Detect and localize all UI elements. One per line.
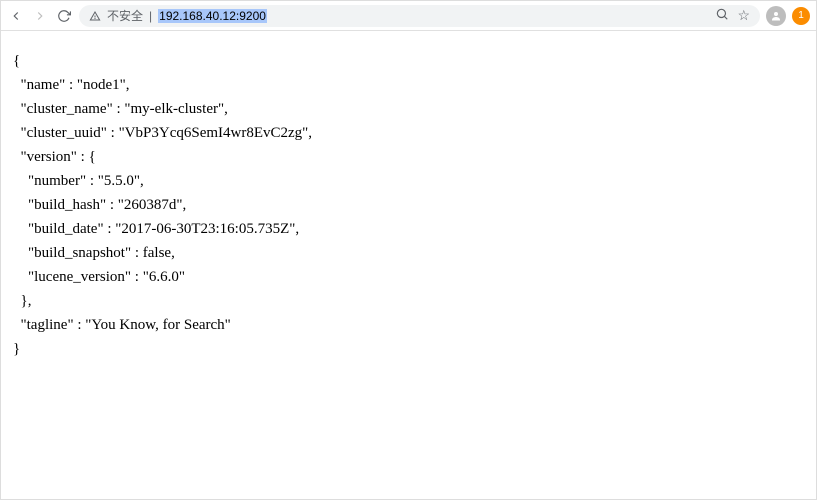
browser-toolbar: 不安全 | 192.168.40.12:9200 ☆ 1 (1, 1, 816, 31)
json-line: } (13, 341, 20, 357)
json-line: "build_snapshot" : false, (13, 245, 175, 261)
json-line: "build_hash" : "260387d", (13, 197, 186, 213)
zoom-icon[interactable] (715, 7, 729, 24)
json-line: "tagline" : "You Know, for Search" (13, 317, 231, 333)
json-line: { (13, 53, 20, 69)
back-button[interactable] (7, 7, 25, 25)
json-line: "cluster_uuid" : "VbP3Ycq6SemI4wr8EvC2zg… (13, 125, 312, 141)
url-separator: | (149, 9, 152, 23)
json-line: "number" : "5.5.0", (13, 173, 144, 189)
url-address: 192.168.40.12:9200 (158, 9, 267, 23)
not-secure-icon (89, 10, 101, 22)
reload-button[interactable] (55, 7, 73, 25)
json-line: }, (13, 293, 31, 309)
json-response-body: { "name" : "node1", "cluster_name" : "my… (1, 31, 816, 379)
json-line: "version" : { (13, 149, 96, 165)
bookmark-star-icon[interactable]: ☆ (737, 7, 750, 24)
profile-avatar[interactable] (766, 6, 786, 26)
json-line: "name" : "node1", (13, 77, 130, 93)
security-label: 不安全 (107, 7, 143, 24)
url-bar[interactable]: 不安全 | 192.168.40.12:9200 ☆ (79, 5, 760, 27)
notification-badge[interactable]: 1 (792, 7, 810, 25)
forward-button[interactable] (31, 7, 49, 25)
json-line: "build_date" : "2017-06-30T23:16:05.735Z… (13, 221, 299, 237)
json-line: "cluster_name" : "my-elk-cluster", (13, 101, 228, 117)
json-line: "lucene_version" : "6.6.0" (13, 269, 185, 285)
